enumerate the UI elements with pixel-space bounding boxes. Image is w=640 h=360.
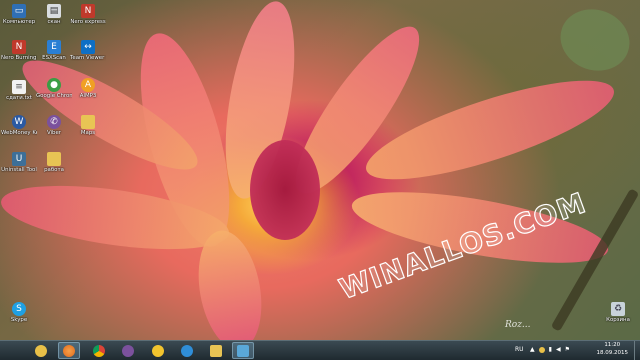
desktop-icon-label: Компьютер xyxy=(2,19,36,25)
taskbar-app-viber[interactable] xyxy=(117,342,139,359)
smiley-icon xyxy=(152,344,164,357)
flag-icon[interactable]: ⚑ xyxy=(565,346,570,353)
tray-app-icon[interactable] xyxy=(538,347,545,353)
desktop-icon[interactable]: N Nero Burning ROM xyxy=(1,40,37,61)
folder-icon xyxy=(47,152,61,166)
desktop-icon-label: Team Viewer 10 xyxy=(70,55,106,61)
taskbar-app-explorer[interactable] xyxy=(205,342,227,359)
desktop-icon[interactable]: U Uninstall Tool xyxy=(1,152,37,173)
desktop-icon[interactable]: ▭ Компьютер xyxy=(1,4,37,25)
desktop-icon[interactable]: ↔ Team Viewer 10 xyxy=(70,40,106,61)
taskbar-app-smiley[interactable] xyxy=(147,342,169,359)
folder-icon xyxy=(81,115,95,129)
desktop-icon[interactable]: ● Google Chrome xyxy=(36,78,72,99)
tray-icons: ▲ ▮ ◀ ⚑ xyxy=(530,346,570,353)
desktop-icon-label: работа xyxy=(44,167,64,173)
start-button[interactable] xyxy=(30,342,52,359)
clock-time: 11:20 xyxy=(604,342,621,348)
desktop-icon[interactable]: ♻ Корзина xyxy=(600,302,636,323)
desktop-icon[interactable]: A AIMP3 xyxy=(70,78,106,99)
desktop-icon-label: Maps xyxy=(80,130,96,136)
internet-explorer-icon xyxy=(181,344,193,357)
desktop-icon[interactable]: Maps xyxy=(70,115,106,136)
aimp-icon: A xyxy=(81,78,95,92)
wallpaper-petal xyxy=(250,140,320,240)
firefox-icon xyxy=(63,344,75,357)
teamviewer-icon: ↔ xyxy=(81,40,95,54)
desktop-icon-label: ESXScan xyxy=(42,55,66,61)
desktop-icon[interactable]: E ESXScan xyxy=(36,40,72,61)
chrome-icon: ● xyxy=(47,78,61,92)
tray-arrow-icon[interactable]: ▲ xyxy=(530,346,535,353)
desktop-icon[interactable]: ✆ Viber xyxy=(36,115,72,136)
start-orb-icon xyxy=(35,344,47,357)
desktop-icon[interactable]: работа xyxy=(36,152,72,173)
skype-icon: S xyxy=(12,302,26,316)
desktop-icon-label: Viber xyxy=(46,130,62,136)
text-file-icon: ≡ xyxy=(12,80,26,94)
language-indicator[interactable]: RU xyxy=(515,346,524,353)
signature-text: Roz... xyxy=(505,320,531,330)
taskbar-app-internet-explorer[interactable] xyxy=(176,342,198,359)
taskbar: RU ▲ ▮ ◀ ⚑ 11:20 18.09.2015 xyxy=(0,340,640,360)
desktop-icon-label: Google Chrome xyxy=(36,93,72,99)
show-desktop-button[interactable] xyxy=(634,341,640,360)
recycle-bin-icon: ♻ xyxy=(611,302,625,316)
scanner-icon: ▤ xyxy=(47,4,61,18)
viber-icon xyxy=(122,344,134,357)
taskbar-app-firefox[interactable] xyxy=(58,342,80,359)
wallpaper-petal xyxy=(551,0,639,81)
uninstall-tool-icon: U xyxy=(12,152,26,166)
nero-express-icon: N xyxy=(81,4,95,18)
nero-burning-rom-icon: N xyxy=(12,40,26,54)
clock-date: 18.09.2015 xyxy=(596,349,629,356)
desktop-icon-label: сдати.txt xyxy=(6,95,32,101)
desktop-icon[interactable]: N Nero express xyxy=(70,4,106,25)
esxscan-icon: E xyxy=(47,40,61,54)
desktop-icon[interactable]: W WebMoney Keeper W... xyxy=(1,115,37,136)
desktop-icon-label: Skype xyxy=(10,317,28,323)
desktop-icon-label: Nero Burning ROM xyxy=(1,55,37,61)
desktop-icon-label: AIMP3 xyxy=(79,93,97,99)
desktop-icon-label: Uninstall Tool xyxy=(1,167,37,173)
taskbar-clock[interactable]: 11:20 18.09.2015 xyxy=(597,342,629,357)
desktop-icon[interactable]: S Skype xyxy=(1,302,37,323)
remote-desktop-icon xyxy=(237,344,249,357)
viber-icon: ✆ xyxy=(47,115,61,129)
taskbar-app-remote-desktop[interactable] xyxy=(232,342,254,359)
volume-icon[interactable]: ◀ xyxy=(556,346,561,353)
computer-icon: ▭ xyxy=(12,4,26,18)
desktop-wallpaper: ▭ Компьютер ▤ скан N Nero express N Nero… xyxy=(0,0,640,340)
desktop-icon-label: скан xyxy=(47,19,61,25)
desktop-icon-label: Nero express xyxy=(70,19,106,25)
desktop-icon-label: Корзина xyxy=(606,317,630,323)
chrome-icon xyxy=(93,344,105,357)
network-icon[interactable]: ▮ xyxy=(549,346,552,353)
taskbar-app-chrome[interactable] xyxy=(88,342,110,359)
webmoney-icon: W xyxy=(12,115,26,129)
folder-icon xyxy=(210,344,222,357)
desktop-icon[interactable]: ≡ сдати.txt xyxy=(1,80,37,101)
desktop-icon-label: WebMoney Keeper W... xyxy=(1,130,37,136)
desktop-icon[interactable]: ▤ скан xyxy=(36,4,72,25)
